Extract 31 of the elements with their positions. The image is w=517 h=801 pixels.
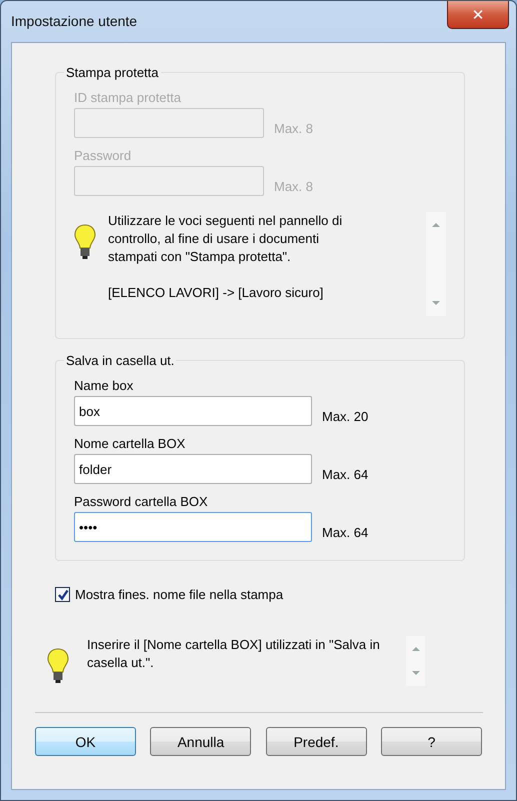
group-title: Salva in casella ut.: [65, 353, 176, 368]
field-label: Password: [74, 146, 132, 164]
hint-text: Inserire il [Nome cartella BOX] utilizzati in "Salva in casella ut.".: [87, 636, 381, 672]
input-field[interactable]: ••••: [74, 512, 312, 542]
field-label: Nome cartella BOX: [74, 434, 186, 452]
field-label: Name box: [74, 376, 134, 394]
hint-text: Utilizzare le voci seguenti nel pannello di controllo, al fine di usare i documenti stampati con "Stampa protetta".: [108, 212, 344, 266]
scrollbar[interactable]: [406, 636, 425, 686]
dialog-button[interactable]: Annulla: [150, 727, 252, 756]
dialog-button[interactable]: ?: [380, 727, 482, 756]
scroll-down-icon[interactable]: [410, 670, 421, 676]
input-field[interactable]: box: [74, 396, 312, 426]
lightbulb-icon: [74, 224, 96, 260]
max-length-label: Max. 8: [274, 178, 314, 194]
window-title: Impostazione utente: [11, 13, 138, 29]
checkbox-label[interactable]: Mostra fines. nome file nella stampa: [75, 587, 284, 602]
lightbulb-icon: [47, 648, 69, 684]
checkbox[interactable]: [55, 587, 70, 602]
field-label: ID stampa protetta: [74, 88, 182, 107]
group-title: Stampa protetta: [65, 65, 160, 80]
dialog-button[interactable]: OK: [35, 727, 136, 756]
max-length-label: Max. 64: [322, 466, 368, 482]
input-field[interactable]: folder: [74, 454, 312, 484]
max-length-label: Max. 64: [322, 524, 368, 540]
max-length-label: Max. 8: [274, 120, 314, 136]
scroll-up-icon[interactable]: [410, 646, 421, 652]
close-button[interactable]: ✕: [447, 1, 509, 29]
field-label: Password cartella BOX: [74, 492, 209, 510]
dialog-button[interactable]: Predef.: [266, 727, 367, 756]
hint-text: [ELENCO LAVORI] -> [Lavoro sicuro]: [108, 284, 324, 302]
max-length-label: Max. 20: [322, 408, 368, 424]
